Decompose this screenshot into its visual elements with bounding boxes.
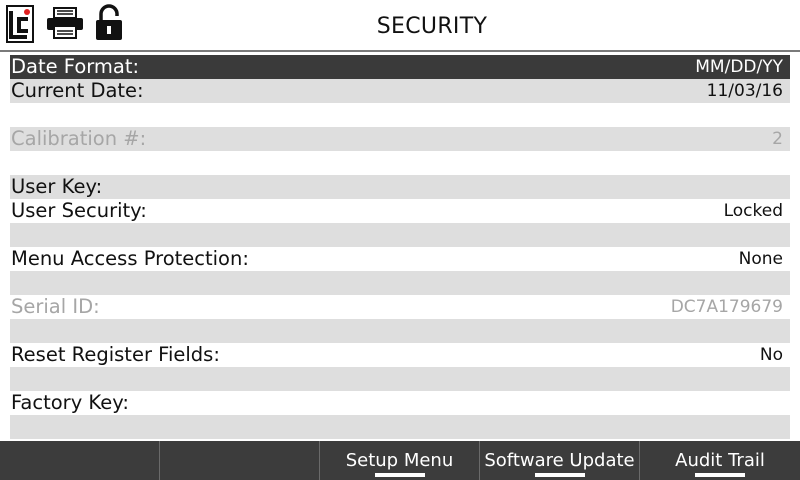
current-date-row[interactable]: Current Date: 11/03/16 <box>10 79 790 103</box>
user-key-row[interactable]: User Key: <box>10 175 790 199</box>
settings-list: Date Format: MM/DD/YY Current Date: 11/0… <box>10 55 790 439</box>
row-label: User Security: <box>11 199 147 222</box>
softkey-bar: Setup Menu Software Update Audit Trail <box>0 441 800 480</box>
softkey-indicator <box>535 473 585 477</box>
setup-menu-button[interactable]: Setup Menu <box>320 441 480 480</box>
softkey-2[interactable] <box>160 441 320 480</box>
row-value: Locked <box>723 201 783 221</box>
date-format-row[interactable]: Date Format: MM/DD/YY <box>10 55 790 79</box>
row-value: MM/DD/YY <box>695 57 783 77</box>
softkey-indicator <box>375 473 425 477</box>
row-value: 11/03/16 <box>706 81 783 101</box>
row-label: Calibration #: <box>11 127 147 150</box>
row-label: Factory Key: <box>11 391 129 414</box>
softkey-indicator <box>695 473 745 477</box>
header-bar: SECURITY <box>0 0 800 52</box>
reset-register-fields-row[interactable]: Reset Register Fields: No <box>10 343 790 367</box>
row-label: Serial ID: <box>11 295 100 318</box>
user-security-row[interactable]: User Security: Locked <box>10 199 790 223</box>
serial-id-row: Serial ID: DC7A179679 <box>10 295 790 319</box>
row-label: Current Date: <box>11 79 144 102</box>
spacer-row <box>10 223 790 247</box>
spacer-row <box>10 271 790 295</box>
menu-access-protection-row[interactable]: Menu Access Protection: None <box>10 247 790 271</box>
factory-key-row[interactable]: Factory Key: <box>10 391 790 415</box>
softkey-label: Audit Trail <box>675 450 765 471</box>
row-label: Reset Register Fields: <box>11 343 220 366</box>
softkey-1[interactable] <box>0 441 160 480</box>
row-value: 2 <box>772 129 783 149</box>
spacer-row <box>10 415 790 439</box>
row-label: Date Format: <box>11 55 140 78</box>
softkey-label: Software Update <box>484 450 635 471</box>
spacer-row <box>10 151 790 175</box>
spacer-row <box>10 103 790 127</box>
audit-trail-button[interactable]: Audit Trail <box>640 441 800 480</box>
software-update-button[interactable]: Software Update <box>480 441 640 480</box>
spacer-row <box>10 319 790 343</box>
row-value: None <box>738 249 783 269</box>
page-title: SECURITY <box>376 14 488 39</box>
row-value: No <box>759 345 783 365</box>
calibration-row: Calibration #: 2 <box>10 127 790 151</box>
row-label: Menu Access Protection: <box>11 247 249 270</box>
row-label: User Key: <box>11 175 103 198</box>
softkey-label: Setup Menu <box>345 450 454 471</box>
row-value: DC7A179679 <box>670 297 783 317</box>
spacer-row <box>10 367 790 391</box>
